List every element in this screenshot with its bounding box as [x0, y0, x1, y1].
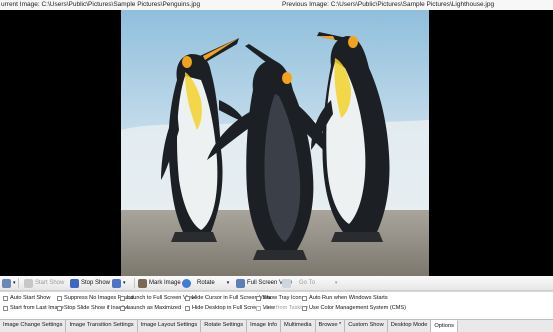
toolbar: ▾ Start Show Stop Show ▾ Mark Image Rota… — [0, 276, 553, 291]
checkbox-box[interactable] — [57, 306, 62, 311]
image-viewer[interactable] — [0, 10, 553, 276]
checkbox-box[interactable] — [302, 296, 307, 301]
start-from-last-image-checkbox[interactable]: Start from Last Image — [3, 304, 64, 313]
fullscreen-icon — [236, 278, 245, 288]
start-from-last-image-label: Start from Last Image — [10, 305, 64, 311]
launch-as-maximized-checkbox[interactable]: Launch as Maximized — [120, 304, 181, 313]
stop-show-label: Stop Show — [81, 280, 111, 286]
launch-to-full-screen-view-checkbox[interactable]: Launch to Full Screen View — [120, 294, 195, 303]
tab-image-change-settings[interactable]: Image Change Settings — [0, 320, 67, 332]
settings-button[interactable]: ▾ — [2, 276, 16, 290]
checkbox-box[interactable] — [3, 296, 8, 301]
chevron-down-icon: ▾ — [123, 280, 126, 286]
chevron-down-icon: ▾ — [334, 280, 338, 286]
use-color-management-checkbox[interactable]: Use Color Management System (CMS) — [302, 304, 406, 313]
start-show-label: Start Show — [35, 280, 65, 286]
tab-custom-show[interactable]: Custom Show — [345, 320, 388, 332]
hide-from-taskbar-checkbox[interactable]: Hide from Taskbar — [256, 304, 308, 313]
checkbox-box[interactable] — [256, 296, 261, 301]
play-icon — [24, 278, 33, 288]
auto-start-show-label: Auto Start Show — [10, 295, 51, 301]
tab-multimedia[interactable]: Multimedia — [281, 320, 316, 332]
stop-icon — [70, 278, 79, 288]
settings-tabs: Image Change Settings Image Transition S… — [0, 319, 553, 332]
auto-run-windows-label: Auto Run when Windows Starts — [309, 295, 388, 301]
auto-start-show-checkbox[interactable]: Auto Start Show — [3, 294, 50, 303]
checkbox-box[interactable] — [3, 306, 8, 311]
next-button[interactable]: ▾ — [112, 276, 126, 290]
checkbox-box[interactable] — [185, 306, 190, 311]
settings-icon — [2, 278, 11, 288]
options-panel: Auto Start Show Start from Last Image Su… — [0, 291, 553, 320]
tab-desktop-mode[interactable]: Desktop Mode — [387, 320, 432, 332]
show-tray-icon-label: Show Tray Icon — [263, 295, 302, 301]
checkbox-box[interactable] — [57, 296, 62, 301]
checkbox-box[interactable] — [302, 306, 307, 311]
rotate-label: Rotate — [197, 280, 215, 286]
auto-run-windows-checkbox[interactable]: Auto Run when Windows Starts — [302, 294, 388, 303]
rotate-button[interactable]: Rotate ▾ — [182, 276, 229, 290]
tab-image-info[interactable]: Image Info — [247, 320, 282, 332]
toolbar-separator — [134, 278, 135, 288]
rotate-icon — [182, 278, 191, 288]
use-color-management-label: Use Color Management System (CMS) — [309, 305, 406, 311]
tab-rotate-settings[interactable]: Rotate Settings — [201, 320, 248, 332]
tab-image-layout-settings[interactable]: Image Layout Settings — [137, 320, 202, 332]
checkbox-box[interactable] — [120, 296, 125, 301]
checkbox-box[interactable] — [120, 306, 125, 311]
checkbox-box[interactable] — [256, 306, 261, 311]
mark-image-button[interactable]: Mark Image — [138, 276, 181, 290]
tab-browse[interactable]: Browse * — [315, 320, 346, 332]
previous-image-label: Previous Image: C:\Users\Public\Pictures… — [282, 1, 495, 8]
mark-icon — [138, 278, 147, 288]
next-icon — [112, 278, 121, 288]
current-image-label: urrent Image: C:\Users\Public\Pictures\S… — [1, 1, 201, 8]
chevron-down-icon: ▾ — [226, 280, 230, 286]
go-to-label: Go To — [299, 280, 315, 286]
mark-image-label: Mark Image — [149, 280, 181, 286]
launch-as-maximized-label: Launch as Maximized — [127, 305, 182, 311]
stop-show-button[interactable]: Stop Show — [70, 276, 110, 290]
show-tray-icon-checkbox[interactable]: Show Tray Icon — [256, 294, 302, 303]
toolbar-separator — [18, 278, 19, 288]
tab-options[interactable]: Options — [431, 320, 458, 332]
checkbox-box[interactable] — [185, 296, 190, 301]
start-show-button[interactable]: Start Show — [24, 276, 64, 290]
chevron-down-icon: ▾ — [13, 280, 16, 286]
tab-image-transition-settings[interactable]: Image Transition Settings — [66, 320, 138, 332]
go-to-button[interactable]: Go To ▾ — [282, 276, 337, 290]
goto-icon — [282, 278, 291, 288]
penguins-photo — [121, 10, 429, 276]
